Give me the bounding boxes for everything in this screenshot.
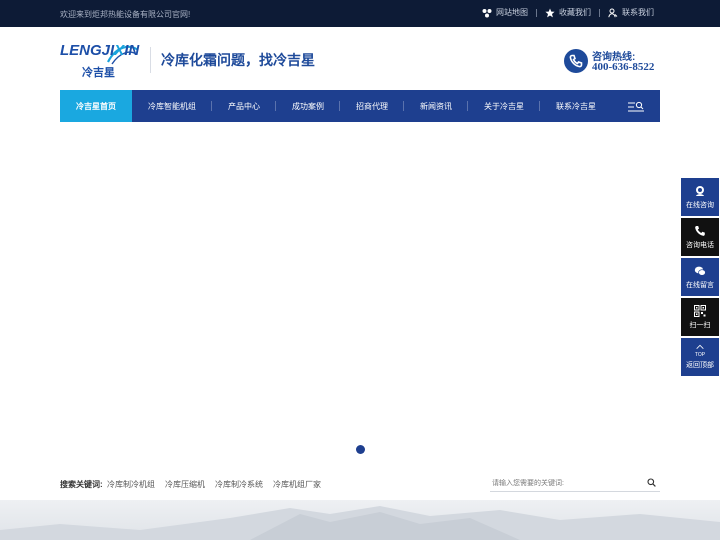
main-nav: 冷吉星首页 冷库智能机组 产品中心 成功案例 招商代理 新闻资讯 关于冷吉星 联… <box>60 90 660 122</box>
phone-icon <box>569 54 583 68</box>
top-separator <box>536 8 537 17</box>
top-bar: 欢迎来到炬邦热能设备有限公司官网! 网站地图 收藏我们 联系我们 <box>0 0 720 27</box>
sitemap-label: 网站地图 <box>496 8 528 17</box>
welcome-text: 欢迎来到炬邦热能设备有限公司官网! <box>60 10 191 19</box>
qrcode-icon <box>694 304 706 317</box>
section-background <box>0 500 720 540</box>
message-icon <box>694 266 706 276</box>
scan-qrcode-label: 扫一扫 <box>689 321 711 329</box>
nav-item-label: 招商代理 <box>356 101 388 111</box>
online-consult-label: 在线咨询 <box>686 201 714 209</box>
nav-item-label: 联系冷吉星 <box>556 101 596 111</box>
nav-item-agency[interactable]: 招商代理 <box>340 90 404 122</box>
menu-search-icon <box>628 101 644 112</box>
online-consult-button[interactable]: 在线咨询 <box>681 178 719 216</box>
nav-item-units[interactable]: 冷库智能机组 <box>132 90 212 122</box>
sitemap-icon <box>482 8 492 17</box>
logo-wordmark-part: IN <box>124 42 140 59</box>
header: LENGJIXIN 冷吉星 冷库化霜问题，找冷吉星 咨询热线: 400-636-… <box>0 27 720 90</box>
hotline-number[interactable]: 400-636-8522 <box>592 61 654 73</box>
back-to-top-label: 返回顶部 <box>686 362 714 369</box>
keyword-link[interactable]: 冷库制冷机组 <box>107 479 155 490</box>
hotline: 咨询热线: 400-636-8522 <box>564 47 674 77</box>
nav-item-home[interactable]: 冷吉星首页 <box>60 90 132 122</box>
phone-icon <box>695 225 705 236</box>
nav-menu-search-button[interactable] <box>628 100 644 112</box>
keyword-list: 冷库制冷机组 冷库压缩机 冷库制冷系统 冷库机组厂家 <box>107 479 331 490</box>
nav-item-about[interactable]: 关于冷吉星 <box>468 90 540 122</box>
hotline-badge <box>564 49 588 73</box>
search-box <box>490 474 660 492</box>
float-sidebar: 在线咨询 咨询电话 在线留言 扫一扫 TOP 返回顶部 <box>681 178 719 378</box>
header-divider <box>150 47 151 73</box>
nav-item-products[interactable]: 产品中心 <box>212 90 276 122</box>
chat-person-icon <box>696 185 704 196</box>
keyword-link[interactable]: 冷库制冷系统 <box>215 479 263 490</box>
keyword-link[interactable]: 冷库压缩机 <box>165 479 205 490</box>
page: 欢迎来到炬邦热能设备有限公司官网! 网站地图 收藏我们 联系我们 LENGJIX… <box>0 0 720 540</box>
search-input[interactable] <box>492 478 642 489</box>
logo[interactable]: LENGJIXIN 冷吉星 <box>60 42 140 80</box>
carousel-dot[interactable] <box>356 445 365 454</box>
bookmark-link[interactable]: 收藏我们 <box>545 7 591 18</box>
logo-wordmark-part: LENGJI <box>60 42 115 59</box>
nav-item-contact[interactable]: 联系冷吉星 <box>540 90 612 122</box>
sitemap-link[interactable]: 网站地图 <box>482 7 528 18</box>
contact-label: 联系我们 <box>622 8 654 17</box>
scan-qrcode-button[interactable]: 扫一扫 <box>681 298 719 336</box>
top-separator <box>599 8 600 17</box>
logo-cn: 冷吉星 <box>82 67 115 79</box>
nav-item-label: 关于冷吉星 <box>484 101 524 111</box>
top-arrow-icon <box>696 344 704 349</box>
nav-item-label: 冷库智能机组 <box>148 101 196 111</box>
consult-phone-label: 咨询电话 <box>686 241 714 249</box>
nav-item-news[interactable]: 新闻资讯 <box>404 90 468 122</box>
consult-phone-button[interactable]: 咨询电话 <box>681 218 719 256</box>
nav-item-cases[interactable]: 成功案例 <box>276 90 340 122</box>
keyword-link[interactable]: 冷库机组厂家 <box>273 479 321 490</box>
star-icon <box>545 8 555 17</box>
back-to-top-button[interactable]: TOP 返回顶部 <box>681 338 719 376</box>
logo-wordmark-x: X <box>114 42 125 59</box>
leave-message-label: 在线留言 <box>686 281 714 289</box>
leave-message-button[interactable]: 在线留言 <box>681 258 719 296</box>
contact-icon <box>608 8 618 17</box>
slogan: 冷库化霜问题，找冷吉星 <box>161 52 315 68</box>
back-to-top-sub: TOP <box>694 352 706 358</box>
hero-banner <box>0 122 720 462</box>
contact-link[interactable]: 联系我们 <box>608 7 654 18</box>
snow-mountain-image <box>0 506 720 540</box>
nav-item-label: 成功案例 <box>292 101 324 111</box>
keyword-bar: 搜索关键词: 冷库制冷机组 冷库压缩机 冷库制冷系统 冷库机组厂家 <box>0 470 720 500</box>
bookmark-label: 收藏我们 <box>559 8 591 17</box>
nav-item-label: 新闻资讯 <box>420 101 452 111</box>
nav-item-label: 产品中心 <box>228 101 260 111</box>
top-links: 网站地图 收藏我们 联系我们 <box>482 7 654 18</box>
logo-wordmark: LENGJIXIN <box>60 42 139 59</box>
search-icon[interactable] <box>647 478 656 487</box>
nav-item-label: 冷吉星首页 <box>76 101 116 111</box>
keyword-title: 搜索关键词: <box>60 480 103 489</box>
